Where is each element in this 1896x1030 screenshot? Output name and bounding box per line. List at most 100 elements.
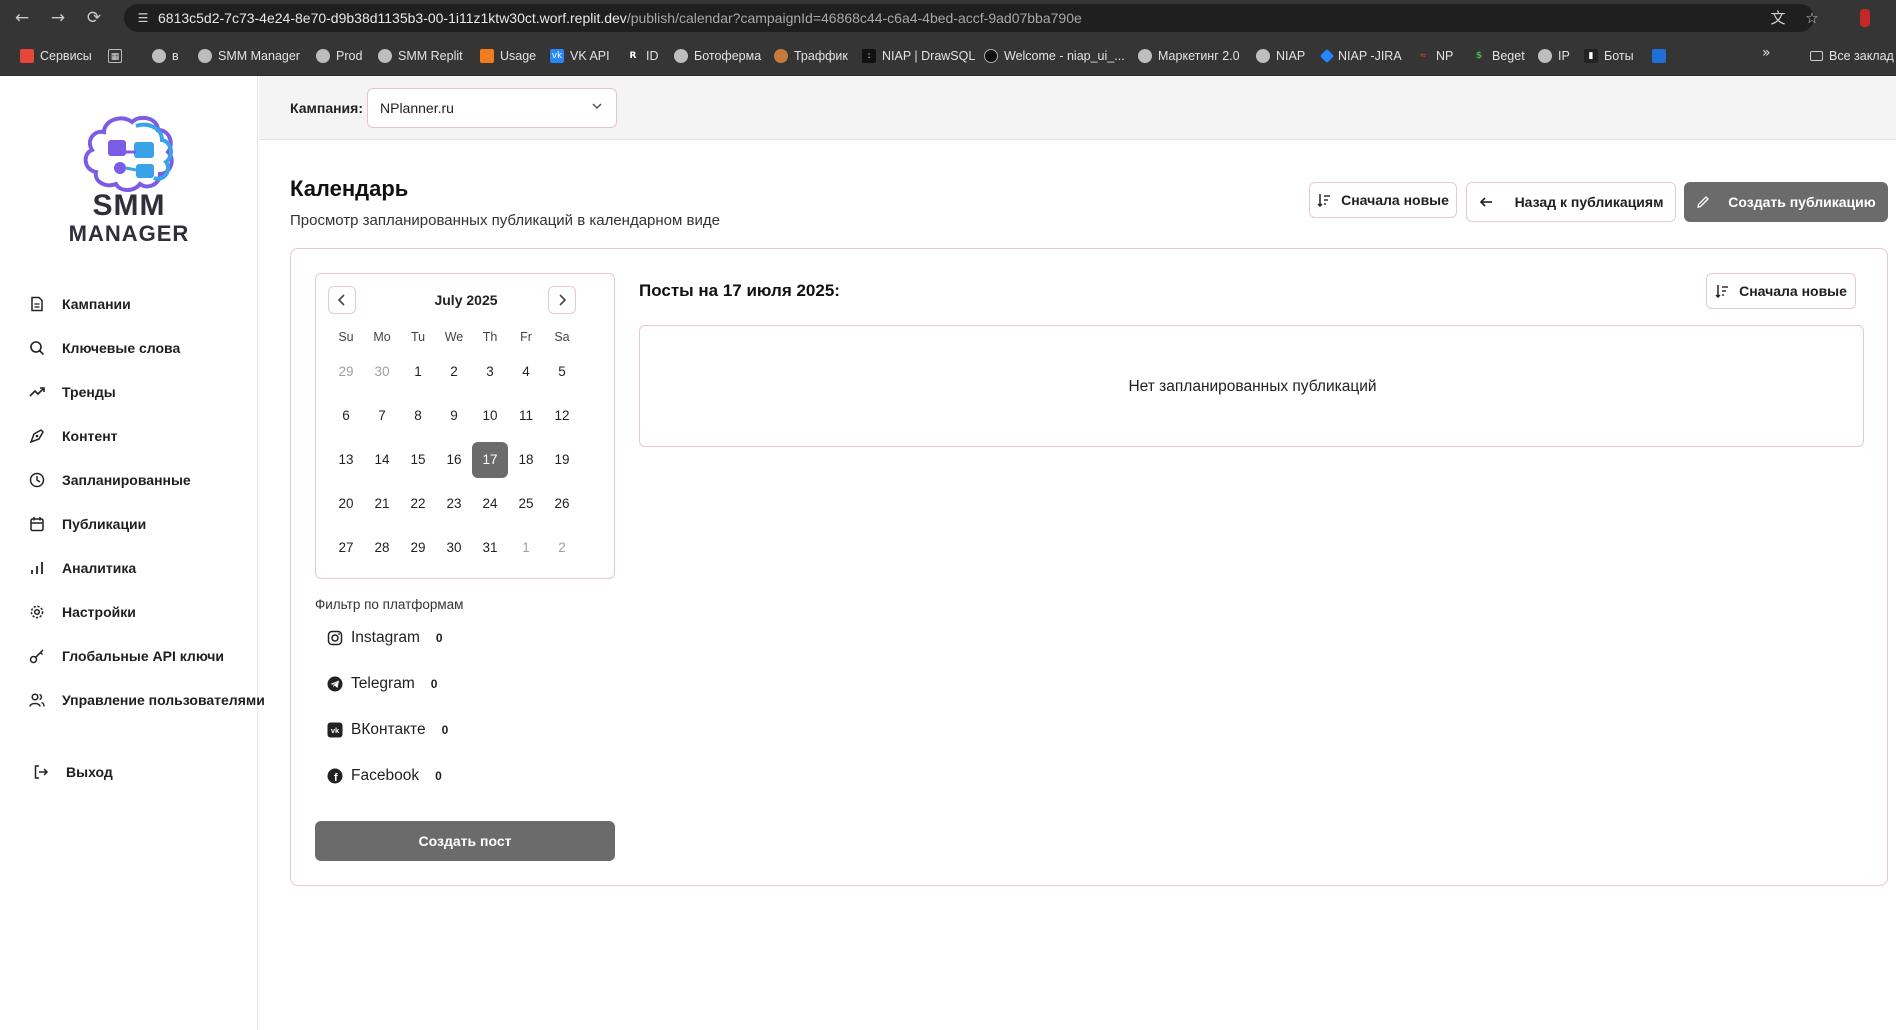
platform-filter-facebook[interactable]: f Facebook 0: [327, 765, 442, 787]
bookmark-welcome[interactable]: Welcome - niap_ui_...: [984, 47, 1125, 65]
calendar-day[interactable]: 12: [544, 398, 580, 434]
logout-icon: [32, 763, 50, 781]
platform-filter-telegram[interactable]: Telegram 0: [327, 673, 437, 695]
bookmark-traffic[interactable]: Траффик: [774, 47, 848, 65]
translate-icon[interactable]: 文: [1766, 6, 1790, 30]
create-publication-button[interactable]: Создать публикацию: [1684, 182, 1888, 222]
sidebar-item-trends[interactable]: Тренды: [28, 378, 116, 406]
calendar-day[interactable]: 24: [472, 486, 508, 522]
bookmark-botoferma[interactable]: Ботоферма: [674, 47, 761, 65]
sidebar-item-scheduled[interactable]: Запланированные: [28, 466, 191, 494]
bookmark-smm-replit[interactable]: SMM Replit: [378, 47, 463, 65]
calendar-day[interactable]: 30: [364, 354, 400, 390]
bookmark-services[interactable]: Сервисы: [20, 47, 92, 65]
calendar-day[interactable]: 25: [508, 486, 544, 522]
sidebar-item-settings[interactable]: Настройки: [28, 598, 136, 626]
calendar-day[interactable]: 29: [328, 354, 364, 390]
calendar-day[interactable]: 15: [400, 442, 436, 478]
calendar-day[interactable]: 21: [364, 486, 400, 522]
calendar-day[interactable]: 2: [436, 354, 472, 390]
calendar-day[interactable]: 28: [364, 530, 400, 566]
bookmark-grid[interactable]: ▦: [108, 47, 122, 65]
sidebar-item-label: Глобальные API ключи: [62, 648, 224, 664]
campaign-select[interactable]: NPlanner.ru: [367, 88, 617, 128]
calendar-day[interactable]: 26: [544, 486, 580, 522]
site-info-icon[interactable]: ☰: [134, 9, 152, 27]
calendar-day[interactable]: 31: [472, 530, 508, 566]
empty-state-text: Нет запланированных публикаций: [1128, 378, 1377, 395]
back-to-publications-button[interactable]: Назад к публикациям: [1466, 182, 1676, 222]
calendar-icon: [28, 515, 46, 533]
sidebar-item-analytics[interactable]: Аналитика: [28, 554, 136, 582]
calendar-day[interactable]: 23: [436, 486, 472, 522]
bookmark-drawsql[interactable]: : NIAP | DrawSQL: [862, 47, 975, 65]
bookmark-ip[interactable]: IP: [1538, 47, 1570, 65]
bookmark-niap[interactable]: NIAP: [1256, 47, 1305, 65]
bookmark-prod[interactable]: Prod: [316, 47, 362, 65]
bookmark-trello[interactable]: [1652, 47, 1666, 65]
sidebar-item-keywords[interactable]: Ключевые слова: [28, 334, 180, 362]
platform-filter-vkontakte[interactable]: vk ВКонтакте 0: [327, 719, 448, 741]
bookmark-np[interactable]: ≈ NP: [1416, 47, 1453, 65]
calendar-day[interactable]: 11: [508, 398, 544, 434]
address-bar[interactable]: ☰ 6813c5d2-7c73-4e24-8e70-d9b38d1135b3-0…: [124, 4, 1814, 32]
sort-newest-button[interactable]: Сначала новые: [1309, 182, 1457, 218]
calendar-day[interactable]: 1: [400, 354, 436, 390]
posts-sort-button[interactable]: Сначала новые: [1706, 273, 1856, 309]
back-icon[interactable]: ←: [10, 6, 34, 30]
globe-icon: [1138, 49, 1152, 63]
sidebar-item-api-keys[interactable]: Глобальные API ключи: [28, 642, 224, 670]
bookmark-niap-jira[interactable]: NIAP -JIRA: [1319, 47, 1402, 65]
bookmark-v[interactable]: в: [152, 47, 179, 65]
clock-icon: [28, 471, 46, 489]
np-icon: ≈: [1419, 51, 1427, 61]
bookmark-marketing[interactable]: Маркетинг 2.0: [1138, 47, 1240, 65]
sidebar-item-users[interactable]: Управление пользователями: [28, 686, 265, 714]
bookmark-bots[interactable]: ▮ Боты: [1584, 47, 1634, 65]
calendar-day[interactable]: 4: [508, 354, 544, 390]
profile-icon[interactable]: [1860, 9, 1870, 27]
bookmark-id[interactable]: R ID: [626, 47, 659, 65]
calendar-day[interactable]: 1: [508, 530, 544, 566]
apps-grid-icon: [20, 49, 34, 63]
trello-icon: [1652, 49, 1666, 63]
calendar-day[interactable]: 3: [472, 354, 508, 390]
vk-icon: vk: [327, 722, 343, 738]
calendar-day-selected[interactable]: 17: [472, 442, 508, 478]
url-text[interactable]: 6813c5d2-7c73-4e24-8e70-d9b38d1135b3-00-…: [158, 10, 1082, 26]
calendar-day[interactable]: 29: [400, 530, 436, 566]
calendar-day[interactable]: 5: [544, 354, 580, 390]
calendar-day[interactable]: 14: [364, 442, 400, 478]
calendar-day[interactable]: 7: [364, 398, 400, 434]
next-month-button[interactable]: [548, 286, 576, 314]
calendar-day[interactable]: 13: [328, 442, 364, 478]
bookmark-beget[interactable]: $ Beget: [1472, 47, 1525, 65]
calendar-day[interactable]: 20: [328, 486, 364, 522]
sidebar-item-publications[interactable]: Публикации: [28, 510, 146, 538]
replit-icon: [480, 49, 494, 63]
star-icon[interactable]: ☆: [1800, 6, 1824, 30]
more-bookmarks-icon[interactable]: »: [1762, 45, 1771, 61]
calendar-day[interactable]: 30: [436, 530, 472, 566]
logout-button[interactable]: Выход: [32, 758, 113, 786]
calendar-day[interactable]: 8: [400, 398, 436, 434]
bookmark-vk-api[interactable]: vk VK API: [550, 47, 610, 65]
calendar-day[interactable]: 6: [328, 398, 364, 434]
reload-icon[interactable]: ⟳: [82, 6, 106, 30]
calendar-day[interactable]: 27: [328, 530, 364, 566]
calendar-day[interactable]: 18: [508, 442, 544, 478]
all-bookmarks[interactable]: Все заклад: [1810, 47, 1894, 65]
forward-icon[interactable]: →: [46, 6, 70, 30]
calendar-day[interactable]: 22: [400, 486, 436, 522]
calendar-day[interactable]: 19: [544, 442, 580, 478]
calendar-day[interactable]: 16: [436, 442, 472, 478]
calendar-day[interactable]: 2: [544, 530, 580, 566]
calendar-day[interactable]: 10: [472, 398, 508, 434]
bookmark-smm-manager[interactable]: SMM Manager: [198, 47, 300, 65]
create-post-button[interactable]: Создать пост: [315, 821, 615, 861]
bookmark-usage[interactable]: Usage: [480, 47, 536, 65]
sidebar-item-content[interactable]: Контент: [28, 422, 118, 450]
platform-filter-instagram[interactable]: Instagram 0: [327, 627, 443, 649]
sidebar-item-campaigns[interactable]: Кампании: [28, 290, 131, 318]
calendar-day[interactable]: 9: [436, 398, 472, 434]
